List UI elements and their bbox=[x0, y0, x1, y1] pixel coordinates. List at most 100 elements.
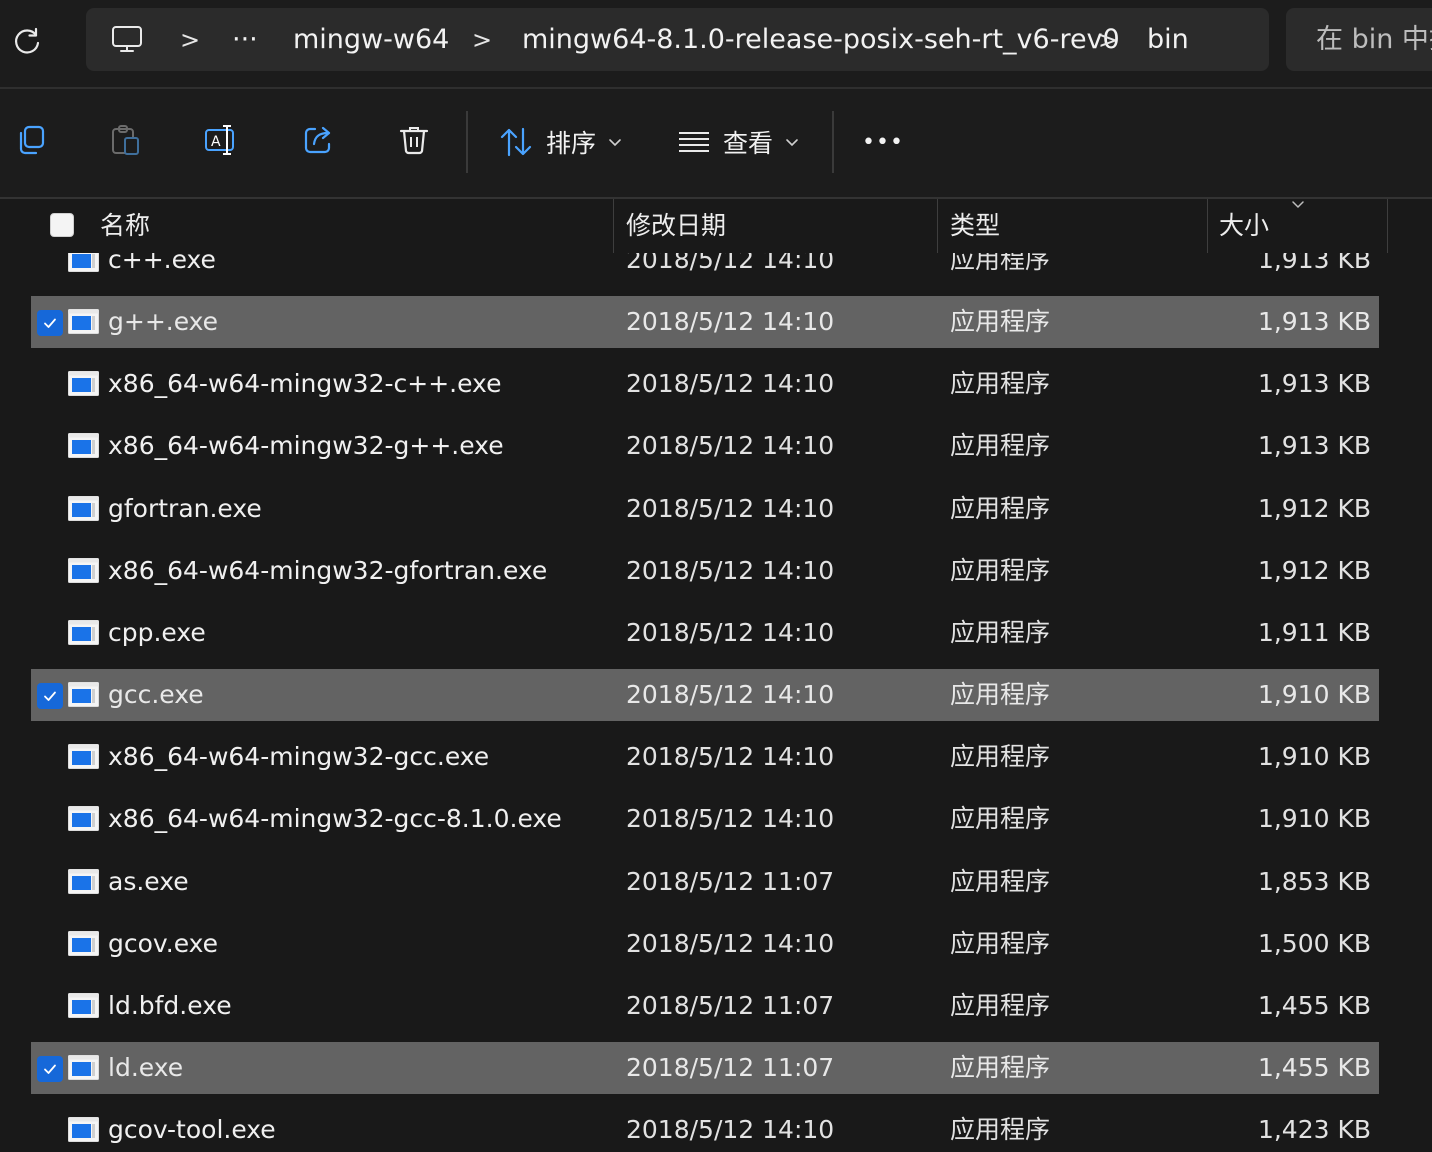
more-options-button[interactable]: ••• bbox=[862, 111, 904, 173]
file-row[interactable]: x86_64-w64-mingw32-gfortran.exe 2018/5/12… bbox=[31, 545, 1379, 597]
file-name: ld.bfd.exe bbox=[108, 990, 232, 1020]
application-icon bbox=[68, 495, 99, 521]
file-name: cpp.exe bbox=[108, 617, 206, 647]
delete-button[interactable] bbox=[391, 117, 437, 163]
sort-descending-icon bbox=[1292, 201, 1304, 209]
file-row[interactable]: ld.bfd.exe 2018/5/12 11:07 应用程序 1,455 KB bbox=[31, 980, 1379, 1032]
copy-icon bbox=[19, 125, 45, 155]
file-row[interactable]: as.exe 2018/5/12 11:07 应用程序 1,853 KB bbox=[31, 856, 1379, 908]
file-name: x86_64-w64-mingw32-gcc.exe bbox=[108, 742, 490, 772]
breadcrumb-item-release[interactable]: mingw64-8.1.0-release-posix-seh-rt_v6-re… bbox=[522, 8, 1120, 71]
file-name: x86_64-w64-mingw32-c++.exe bbox=[108, 369, 502, 399]
breadcrumb-separator: > bbox=[1098, 25, 1119, 54]
computer-button[interactable] bbox=[110, 8, 144, 71]
column-header-modified[interactable]: 修改日期 bbox=[626, 199, 726, 253]
rename-icon: A bbox=[205, 125, 234, 155]
file-type: 应用程序 bbox=[950, 493, 1051, 523]
file-row[interactable]: ld.exe 2018/5/12 11:07 应用程序 1,455 KB bbox=[31, 1041, 1379, 1094]
file-size: 1,913 KB bbox=[1257, 431, 1371, 461]
application-icon bbox=[68, 557, 99, 583]
file-size: 1,912 KB bbox=[1257, 555, 1371, 585]
file-row[interactable]: gcov.exe 2018/5/12 14:10 应用程序 1,500 KB bbox=[31, 918, 1379, 970]
file-modified-date: 2018/5/12 14:10 bbox=[626, 742, 835, 772]
computer-icon bbox=[112, 25, 142, 52]
file-name: x86_64-w64-mingw32-gfortran.exe bbox=[108, 555, 548, 585]
file-modified-date: 2018/5/12 14:10 bbox=[626, 680, 835, 710]
file-type: 应用程序 bbox=[950, 928, 1051, 958]
checkmark-icon bbox=[44, 318, 56, 329]
file-modified-date: 2018/5/12 14:10 bbox=[626, 555, 835, 585]
column-divider[interactable] bbox=[1207, 199, 1208, 253]
share-button[interactable] bbox=[295, 117, 341, 163]
application-icon bbox=[68, 1117, 99, 1143]
row-checkbox[interactable] bbox=[37, 683, 63, 710]
file-size: 1,913 KB bbox=[1257, 307, 1371, 337]
file-modified-date: 2018/5/12 14:10 bbox=[626, 617, 835, 647]
file-name: x86_64-w64-mingw32-g++.exe bbox=[108, 431, 504, 461]
sort-icon bbox=[500, 127, 532, 157]
refresh-icon bbox=[15, 27, 40, 54]
application-icon bbox=[68, 744, 99, 770]
toolbar-divider bbox=[466, 111, 468, 173]
column-header-name[interactable]: 名称 bbox=[100, 199, 150, 253]
file-name: as.exe bbox=[108, 866, 189, 896]
application-icon bbox=[68, 992, 99, 1018]
file-size: 1,455 KB bbox=[1257, 990, 1371, 1020]
file-row[interactable]: g++.exe 2018/5/12 14:10 应用程序 1,913 KB bbox=[31, 296, 1379, 349]
row-checkbox[interactable] bbox=[37, 1055, 63, 1082]
refresh-button[interactable] bbox=[6, 20, 48, 62]
file-type: 应用程序 bbox=[950, 804, 1051, 834]
file-name: gcov.exe bbox=[108, 928, 219, 958]
column-divider[interactable] bbox=[1387, 199, 1388, 253]
file-modified-date: 2018/5/12 14:10 bbox=[626, 1115, 835, 1145]
file-modified-date: 2018/5/12 11:07 bbox=[626, 866, 835, 896]
select-all-checkbox[interactable] bbox=[50, 213, 74, 237]
file-row[interactable]: cpp.exe 2018/5/12 14:10 应用程序 1,911 KB bbox=[31, 607, 1379, 659]
search-input[interactable]: 在 bin 中搜索 bbox=[1286, 8, 1432, 71]
file-type: 应用程序 bbox=[950, 369, 1051, 399]
file-row[interactable]: x86_64-w64-mingw32-gcc-8.1.0.exe 2018/5/1… bbox=[31, 793, 1379, 845]
file-row[interactable]: gfortran.exe 2018/5/12 14:10 应用程序 1,912 KB bbox=[31, 483, 1379, 535]
file-type: 应用程序 bbox=[950, 555, 1051, 585]
sort-label: 排序 bbox=[546, 129, 597, 158]
file-modified-date: 2018/5/12 14:10 bbox=[626, 307, 835, 337]
file-type: 应用程序 bbox=[950, 680, 1051, 710]
column-divider[interactable] bbox=[937, 199, 938, 253]
column-header-type[interactable]: 类型 bbox=[950, 199, 1000, 253]
row-checkbox[interactable] bbox=[37, 310, 63, 337]
file-row[interactable]: x86_64-w64-mingw32-g++.exe 2018/5/12 14:1… bbox=[31, 420, 1379, 472]
application-icon bbox=[68, 309, 99, 335]
copy-button[interactable] bbox=[8, 117, 54, 163]
chevron-down-icon bbox=[609, 139, 621, 147]
checkmark-icon bbox=[44, 1064, 56, 1074]
breadcrumb-item-bin[interactable]: bin bbox=[1147, 8, 1189, 71]
file-name: gcc.exe bbox=[108, 680, 204, 710]
sort-button[interactable]: 排序 bbox=[498, 111, 622, 173]
checkmark-icon bbox=[44, 691, 56, 701]
breadcrumb-overflow-button[interactable]: ··· bbox=[232, 8, 258, 71]
breadcrumb[interactable]: > ··· mingw-w64 > mingw64-8.1.0-release-… bbox=[86, 8, 1269, 71]
file-row[interactable]: x86_64-w64-mingw32-c++.exe 2018/5/12 14:1… bbox=[31, 358, 1379, 410]
application-icon bbox=[68, 433, 99, 459]
file-modified-date: 2018/5/12 14:10 bbox=[626, 369, 835, 399]
file-modified-date: 2018/5/12 14:10 bbox=[626, 431, 835, 461]
view-icon bbox=[679, 132, 709, 152]
file-row[interactable]: gcov-tool.exe 2018/5/12 14:10 应用程序 1,423 KB bbox=[31, 1104, 1379, 1152]
file-modified-date: 2018/5/12 11:07 bbox=[626, 990, 835, 1020]
file-row[interactable]: x86_64-w64-mingw32-gcc.exe 2018/5/12 14:1… bbox=[31, 731, 1379, 783]
file-type: 应用程序 bbox=[950, 1115, 1051, 1145]
view-button[interactable]: 查看 bbox=[677, 111, 799, 173]
address-bar-region: > ··· mingw-w64 > mingw64-8.1.0-release-… bbox=[0, 0, 1432, 88]
file-name: gfortran.exe bbox=[108, 493, 262, 523]
file-name: gcov-tool.exe bbox=[108, 1115, 276, 1145]
toolbar-divider bbox=[832, 111, 834, 173]
file-size: 1,910 KB bbox=[1257, 742, 1371, 772]
paste-button[interactable] bbox=[102, 117, 148, 163]
breadcrumb-item-mingw-w64[interactable]: mingw-w64 bbox=[293, 8, 449, 71]
column-divider[interactable] bbox=[613, 199, 614, 253]
breadcrumb-separator: > bbox=[472, 25, 493, 54]
column-header-size[interactable]: 大小 bbox=[1219, 199, 1269, 253]
file-row[interactable]: gcc.exe 2018/5/12 14:10 应用程序 1,910 KB bbox=[31, 669, 1379, 722]
file-type: 应用程序 bbox=[950, 990, 1051, 1020]
rename-button[interactable]: A bbox=[198, 117, 244, 163]
